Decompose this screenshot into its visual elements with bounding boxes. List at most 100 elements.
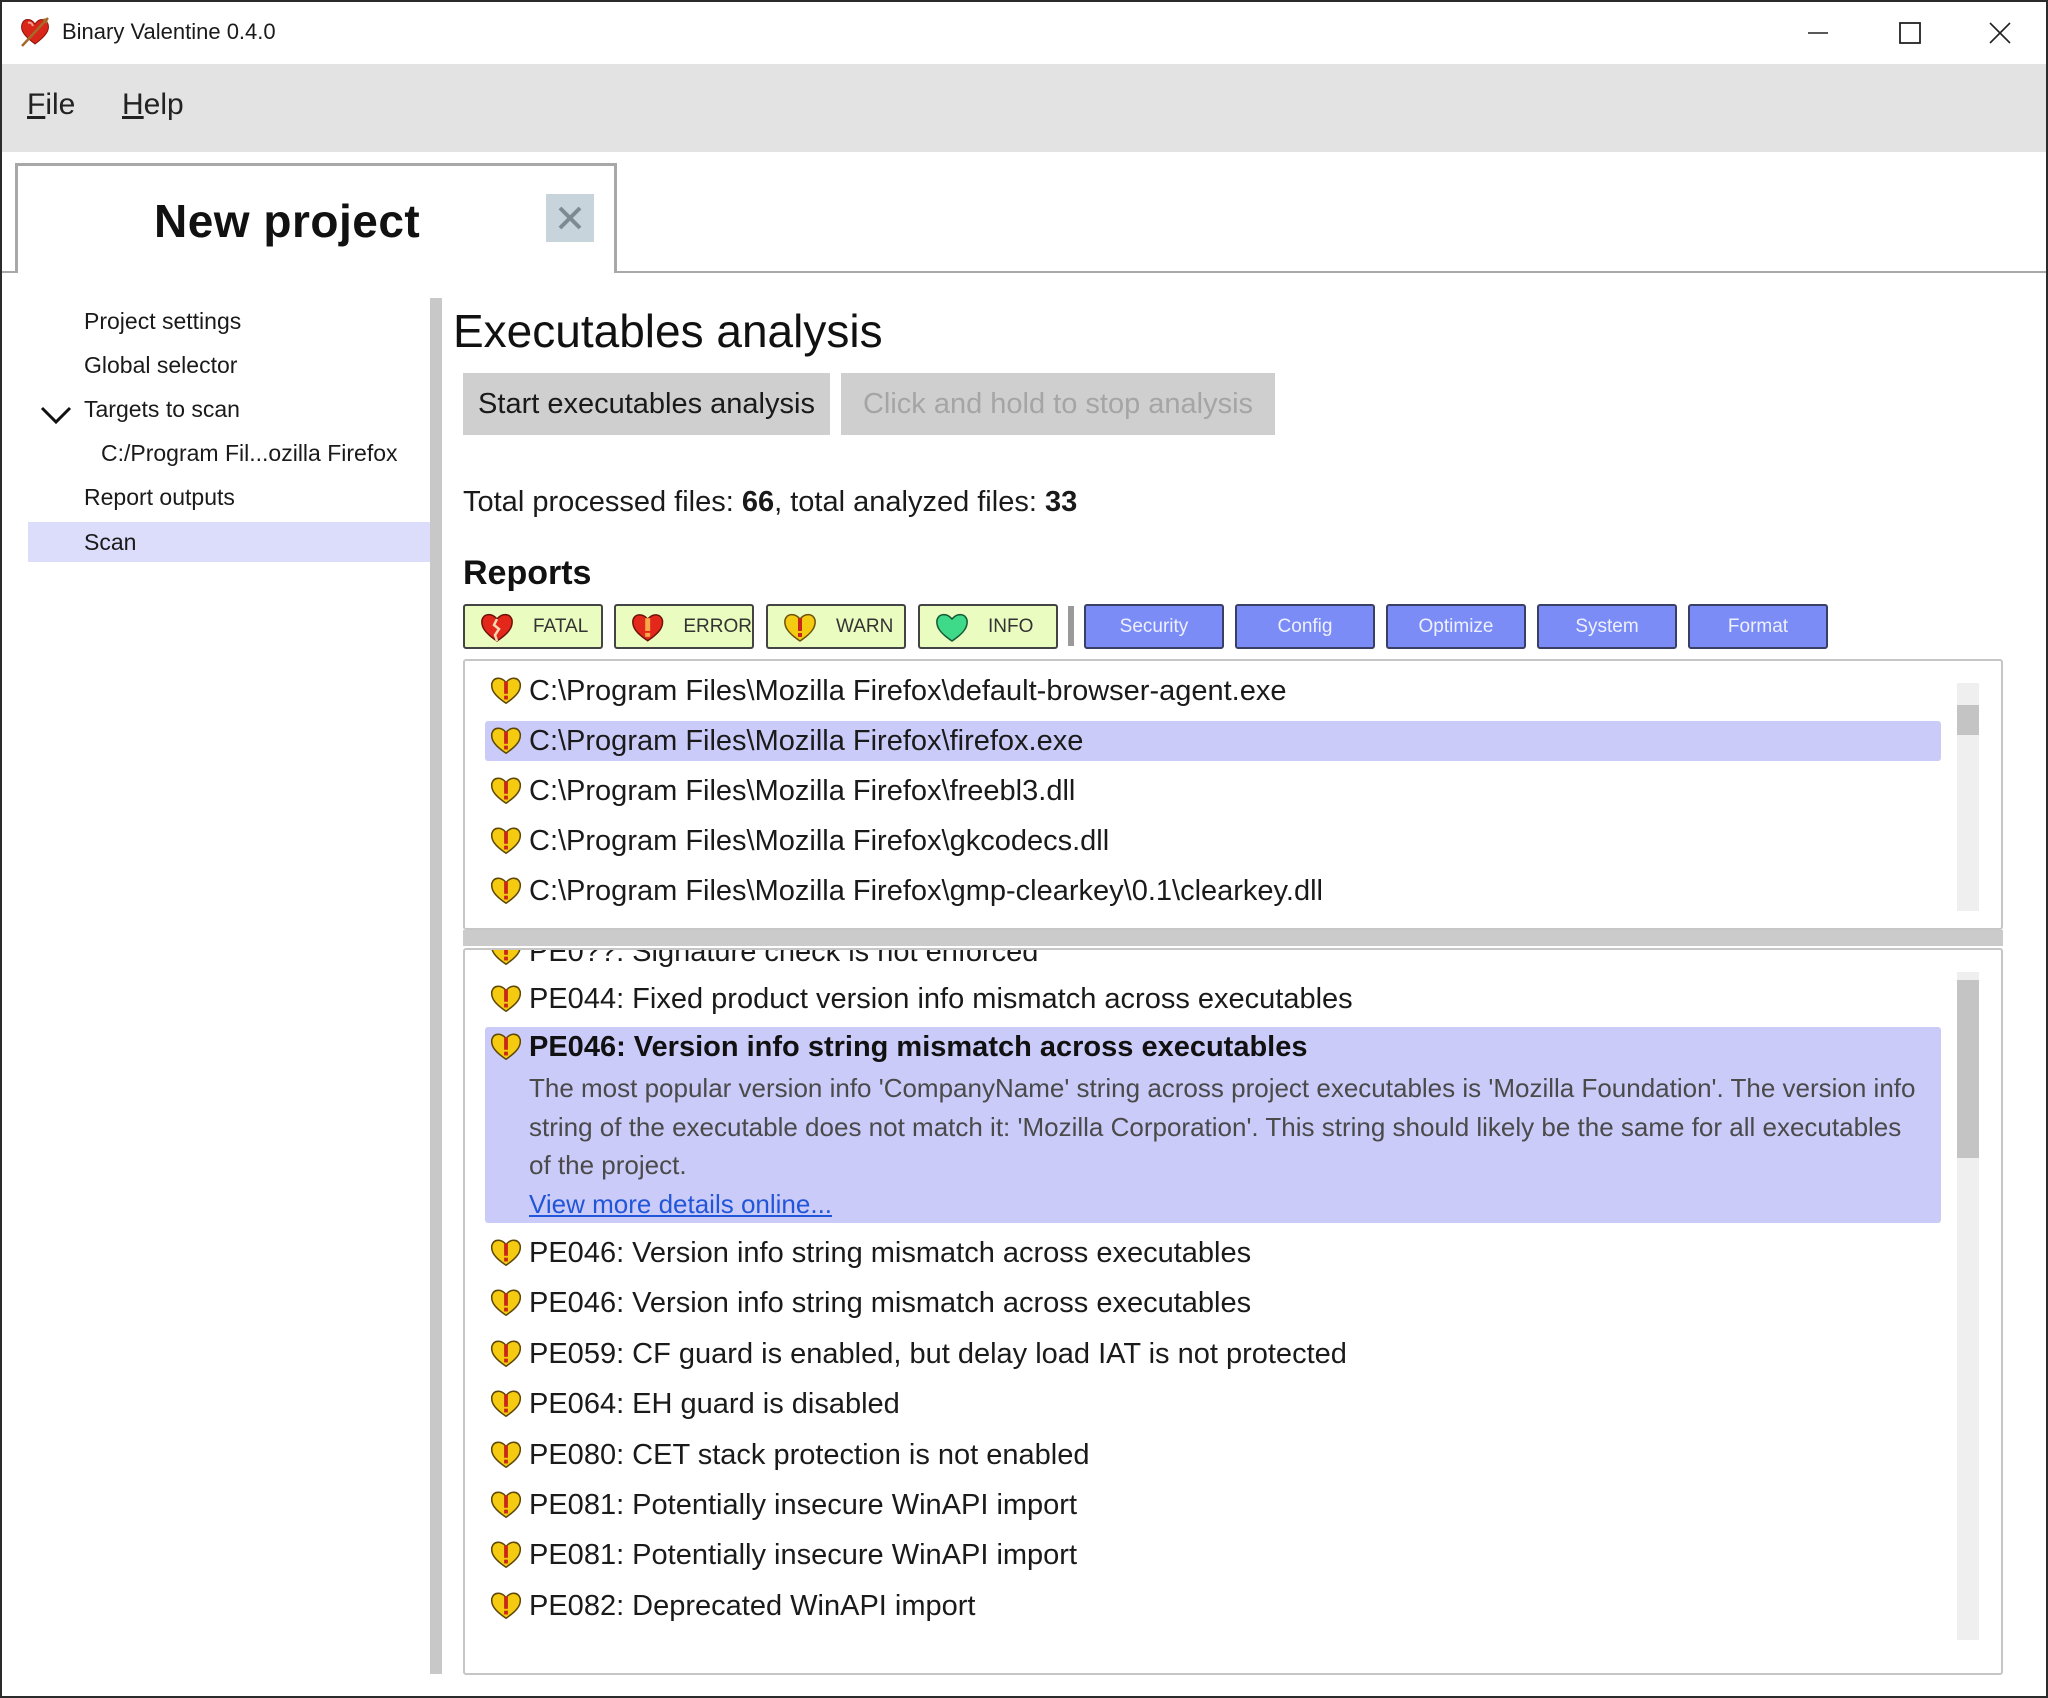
menu-help[interactable]: Help xyxy=(122,88,184,122)
issue-row[interactable]: PE046: Version info string mismatch acro… xyxy=(485,1233,1941,1273)
issues-scrollbar-thumb[interactable] xyxy=(1957,980,1979,1158)
sidebar-item-label: C:/Program Fil...ozilla Firefox xyxy=(101,440,398,466)
file-row[interactable]: C:\Program Files\Mozilla Firefox\gmp-cle… xyxy=(485,871,1941,911)
reports-heading: Reports xyxy=(463,554,592,592)
warning-heart-icon xyxy=(489,874,523,917)
totals-summary: Total processed files: 66, total analyze… xyxy=(463,486,1077,519)
filter-format-button[interactable]: Format xyxy=(1688,604,1828,649)
tab-close-button[interactable] xyxy=(546,194,594,242)
filter-security-button[interactable]: Security xyxy=(1084,604,1224,649)
tab-new-project[interactable]: New project xyxy=(15,163,617,273)
stop-analysis-button[interactable]: Click and hold to stop analysis xyxy=(841,373,1275,435)
filter-system-button[interactable]: System xyxy=(1537,604,1677,649)
sidebar-item-scan[interactable]: Scan xyxy=(28,522,430,562)
file-path: C:\Program Files\Mozilla Firefox\gkcodec… xyxy=(529,825,1110,857)
issue-row[interactable]: PE064: EH guard is disabled xyxy=(485,1384,1941,1424)
issues-scrollbar[interactable] xyxy=(1957,972,1979,1640)
warning-heart-icon xyxy=(489,1337,523,1380)
filter-label: FATAL xyxy=(533,615,589,637)
menu-bar: File Help xyxy=(2,64,2046,152)
window-title: Binary Valentine 0.4.0 xyxy=(62,19,276,44)
broken-heart-icon xyxy=(481,613,513,642)
warning-heart-icon xyxy=(489,1538,523,1581)
maximize-icon xyxy=(1899,22,1921,44)
view-details-link[interactable]: View more details online... xyxy=(529,1185,832,1223)
sidebar-item-project-settings[interactable]: Project settings xyxy=(28,301,430,341)
app-window: Binary Valentine 0.4.0 File Help New pro… xyxy=(0,0,2048,1698)
filter-info-button[interactable]: INFO xyxy=(918,604,1058,649)
menu-file[interactable]: File xyxy=(27,88,75,122)
sidebar-item-label: Scan xyxy=(84,529,137,555)
file-path: C:\Program Files\Mozilla Firefox\default… xyxy=(529,675,1287,707)
filter-separator xyxy=(1068,606,1074,646)
close-window-button[interactable] xyxy=(1954,2,2046,64)
filter-fatal-button[interactable]: FATAL xyxy=(463,604,603,649)
file-path: C:\Program Files\Mozilla Firefox\gmp-cle… xyxy=(529,875,1323,907)
heart-exclamation-red-icon xyxy=(632,613,664,642)
warning-heart-icon xyxy=(489,824,523,867)
issue-text: PE046: Version info string mismatch acro… xyxy=(529,1237,1252,1269)
warning-heart-icon xyxy=(489,774,523,817)
issue-text: PE059: CF guard is enabled, but delay lo… xyxy=(529,1337,1347,1370)
minimize-icon xyxy=(1808,32,1828,34)
issue-row[interactable]: PE059: CF guard is enabled, but delay lo… xyxy=(485,1334,1941,1374)
issue-row[interactable]: PE080: CET stack protection is not enabl… xyxy=(485,1435,1941,1475)
warning-heart-icon xyxy=(489,1236,523,1279)
lists-splitter[interactable] xyxy=(463,930,2003,946)
maximize-button[interactable] xyxy=(1864,2,1956,64)
filter-warn-button[interactable]: WARN xyxy=(766,604,906,649)
files-scrollbar-thumb[interactable] xyxy=(1957,705,1979,735)
sidebar-item-report-outputs[interactable]: Report outputs xyxy=(28,477,430,517)
list-item-clipped[interactable]: PE0??: Signature check is not enforced xyxy=(485,948,1941,972)
filter-error-button[interactable]: ERROR xyxy=(614,604,754,649)
sidebar-item-label: Global selector xyxy=(84,352,238,378)
heart-arrow-icon xyxy=(18,14,52,48)
sidebar-item-targets-to-scan[interactable]: Targets to scan xyxy=(28,389,430,429)
file-path: C:\Program Files\Mozilla Firefox\firefox… xyxy=(529,725,1084,757)
warning-heart-icon xyxy=(489,1589,523,1632)
processed-count: 66 xyxy=(741,486,775,518)
sidebar-item-global-selector[interactable]: Global selector xyxy=(28,345,430,385)
file-path: C:\Program Files\Mozilla Firefox\freebl3… xyxy=(529,775,1076,807)
filter-label: INFO xyxy=(988,615,1034,637)
issue-text: PE046: Version info string mismatch acro… xyxy=(529,1287,1252,1320)
sidebar-nav: Project settings Global selector Targets… xyxy=(2,292,432,1672)
issue-text: PE081: Potentially insecure WinAPI impor… xyxy=(529,1489,1078,1521)
issue-row[interactable]: PE081: Potentially insecure WinAPI impor… xyxy=(485,1485,1941,1525)
chevron-down-icon[interactable] xyxy=(40,398,72,438)
sidebar-item-target-path[interactable]: C:/Program Fil...ozilla Firefox xyxy=(28,433,430,473)
close-icon xyxy=(1989,22,2011,44)
heart-green-icon xyxy=(936,613,968,642)
analyzed-count: 33 xyxy=(1044,486,1078,518)
issue-row[interactable]: PE081: Potentially insecure WinAPI impor… xyxy=(485,1535,1941,1575)
file-row[interactable]: C:\Program Files\Mozilla Firefox\freebl3… xyxy=(485,771,1941,811)
issue-row[interactable]: PE046: Version info string mismatch acro… xyxy=(485,1283,1941,1323)
sidebar-item-label: Targets to scan xyxy=(84,396,240,422)
processed-label: Total processed files: xyxy=(463,486,742,518)
filter-config-button[interactable]: Config xyxy=(1235,604,1375,649)
warning-heart-icon xyxy=(489,950,523,972)
issue-text: PE0??: Signature check is not enforced xyxy=(529,948,1039,968)
file-row[interactable]: C:\Program Files\Mozilla Firefox\gkcodec… xyxy=(485,821,1941,861)
start-analysis-button[interactable]: Start executables analysis xyxy=(463,373,830,435)
menu-file-label: ile xyxy=(45,88,76,121)
tab-title: New project xyxy=(154,195,421,247)
warning-heart-icon xyxy=(489,1030,523,1067)
issue-description: The most popular version info 'CompanyNa… xyxy=(529,1073,1916,1180)
warning-heart-icon xyxy=(489,674,523,717)
issue-row[interactable]: PE044: Fixed product version info mismat… xyxy=(485,979,1941,1019)
file-row[interactable]: C:\Program Files\Mozilla Firefox\default… xyxy=(485,671,1941,711)
issues-list: PE0??: Signature check is not enforced P… xyxy=(463,948,2003,1675)
sidebar-splitter[interactable] xyxy=(430,298,442,1674)
minimize-button[interactable] xyxy=(1772,2,1864,64)
filter-optimize-button[interactable]: Optimize xyxy=(1386,604,1526,649)
title-bar: Binary Valentine 0.4.0 xyxy=(2,2,2046,64)
issue-row[interactable]: PE082: Deprecated WinAPI import xyxy=(485,1586,1941,1626)
issue-text: PE064: EH guard is disabled xyxy=(529,1388,900,1421)
file-row[interactable]: C:\Program Files\Mozilla Firefox\firefox… xyxy=(485,721,1941,761)
files-scrollbar[interactable] xyxy=(1957,683,1979,911)
filter-label: WARN xyxy=(836,615,894,637)
issue-row-selected[interactable]: PE046: Version info string mismatch acro… xyxy=(485,1027,1941,1223)
issue-text: PE082: Deprecated WinAPI import xyxy=(529,1589,976,1622)
warning-heart-icon xyxy=(489,1286,523,1329)
